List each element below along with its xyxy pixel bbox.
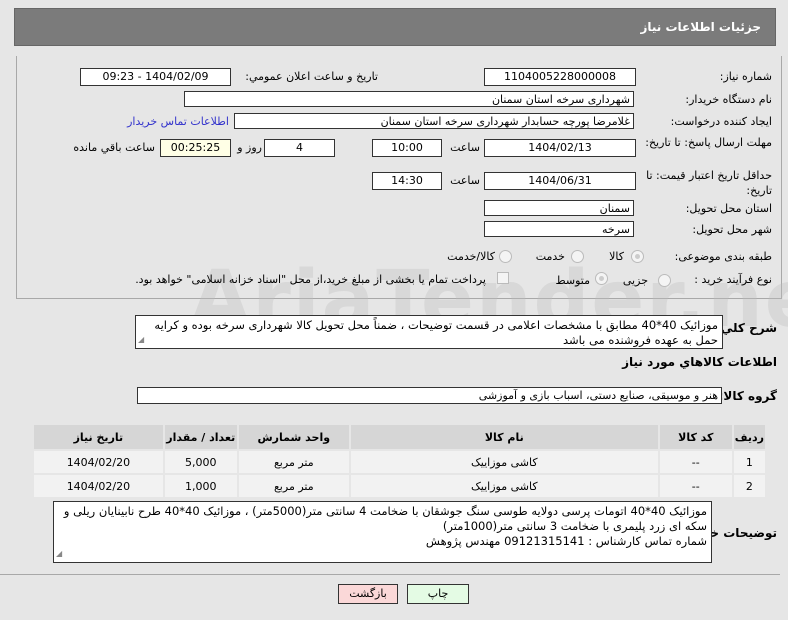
summary-textarea[interactable]: موزائیک 40*40 مطابق با مشخصات اعلامی در … [135, 315, 723, 349]
goods-table: ردیف کد کالا نام کالا واحد شمارش تعداد /… [32, 423, 767, 499]
print-button[interactable]: چاپ [407, 584, 469, 604]
cell-goods-code: -- [659, 475, 732, 497]
days-field: 4 [264, 139, 335, 157]
col-goods-name: نام کالا [350, 425, 658, 449]
creator-label: ایجاد کننده درخواست: [670, 115, 772, 128]
col-need-date: تاریخ نیاز [34, 425, 163, 449]
cell-quantity: 5,000 [164, 451, 237, 473]
goods-section-title: اطلاعات کالاهاي مورد نياز [622, 355, 777, 369]
col-unit: واحد شمارش [238, 425, 349, 449]
category-radio-goods[interactable] [631, 250, 644, 263]
back-button[interactable]: بازگشت [338, 584, 398, 604]
table-row: 1 -- کاشی موزاییک متر مربع 5,000 1404/02… [34, 451, 765, 473]
cell-need-date: 1404/02/20 [34, 451, 163, 473]
col-row-number: ردیف [733, 425, 765, 449]
cell-quantity: 1,000 [164, 475, 237, 497]
buyer-field: شهرداری سرخه استان سمنان [184, 91, 634, 107]
summary-text: موزائیک 40*40 مطابق با مشخصات اعلامی در … [154, 318, 718, 347]
deadline-time-field: 10:00 [372, 139, 442, 157]
category-option-service: خدمت [535, 250, 565, 263]
cell-goods-name: کاشی موزاییک [350, 451, 658, 473]
validity-date-field: 1404/06/31 [484, 172, 636, 190]
remaining-label: ساعت باقي مانده [73, 141, 155, 154]
validity-time-field: 14:30 [372, 172, 442, 190]
cell-unit: متر مربع [238, 475, 349, 497]
goods-group-field: هنر و موسیقی، صنایع دستی، اسباب بازی و آ… [137, 387, 722, 404]
deadline-label: مهلت ارسال پاسخ: تا تاریخ: [645, 136, 772, 149]
resize-grip-icon[interactable]: ◢ [138, 332, 144, 347]
creator-field: غلامرضا پورچه حسابدار شهرداری سرخه استان… [234, 113, 634, 129]
process-label: نوع فرآیند خرید : [694, 273, 772, 286]
page-title: جزئیات اطلاعات نیاز [640, 20, 761, 34]
buyer-notes-line: موزائیک 40*40 اتومات پرسی دولایه طوسی سن… [63, 504, 707, 533]
cell-goods-code: -- [659, 451, 732, 473]
cell-row-number: 2 [733, 475, 765, 497]
process-option-medium: متوسط [555, 274, 590, 287]
cell-need-date: 1404/02/20 [34, 475, 163, 497]
process-option-minor: جزیی [622, 274, 648, 287]
table-row: 2 -- کاشی موزاییک متر مربع 1,000 1404/02… [34, 475, 765, 497]
goods-group-label: گروه کالا: [718, 389, 777, 403]
days-label: روز و [237, 141, 262, 154]
buyer-contact-link[interactable]: اطلاعات تماس خریدار [127, 115, 229, 128]
announce-label: تاریخ و ساعت اعلان عمومي: [245, 70, 378, 83]
buyer-label: نام دستگاه خریدار: [685, 93, 772, 106]
cell-unit: متر مربع [238, 451, 349, 473]
process-radio-medium[interactable] [595, 272, 608, 285]
city-label: شهر محل تحویل: [692, 223, 772, 236]
category-radio-both[interactable] [499, 250, 512, 263]
need-number-field: 1104005228000008 [484, 68, 636, 86]
page-header: جزئیات اطلاعات نیاز [14, 8, 776, 46]
resize-grip-icon[interactable]: ◢ [56, 546, 62, 561]
category-label: طبقه بندی موضوعی: [674, 250, 772, 263]
validity-time-label: ساعت [450, 174, 480, 187]
province-field: سمنان [484, 200, 634, 216]
deadline-time-label: ساعت [450, 141, 480, 154]
announce-field: 1404/02/09 - 09:23 [80, 68, 231, 86]
category-radio-service[interactable] [571, 250, 584, 263]
province-label: استان محل تحویل: [685, 202, 772, 215]
buyer-notes-textarea[interactable]: موزائیک 40*40 اتومات پرسی دولایه طوسی سن… [53, 501, 712, 563]
category-option-goods: کالا [609, 250, 624, 263]
cell-goods-name: کاشی موزاییک [350, 475, 658, 497]
col-goods-code: کد کالا [659, 425, 732, 449]
divider [0, 574, 780, 575]
treasury-payment-note: پرداخت تمام یا بخشی از مبلغ خرید،از محل … [135, 273, 486, 286]
table-header-row: ردیف کد کالا نام کالا واحد شمارش تعداد /… [34, 425, 765, 449]
buyer-notes-line: شماره تماس کارشناس : 09121315141 مهندس پ… [425, 534, 707, 548]
category-option-both: کالا/خدمت [447, 250, 495, 263]
treasury-payment-checkbox[interactable] [497, 272, 509, 284]
deadline-date-field: 1404/02/13 [484, 139, 636, 157]
process-radio-minor[interactable] [658, 274, 671, 287]
col-quantity: تعداد / مقدار [164, 425, 237, 449]
cell-row-number: 1 [733, 451, 765, 473]
city-field: سرخه [484, 221, 634, 237]
need-number-label: شماره نیاز: [719, 70, 772, 83]
validity-label: حداقل تاریخ اعتبار قیمت: تا تاریخ: [646, 169, 772, 197]
remaining-time-field: 00:25:25 [160, 139, 231, 157]
